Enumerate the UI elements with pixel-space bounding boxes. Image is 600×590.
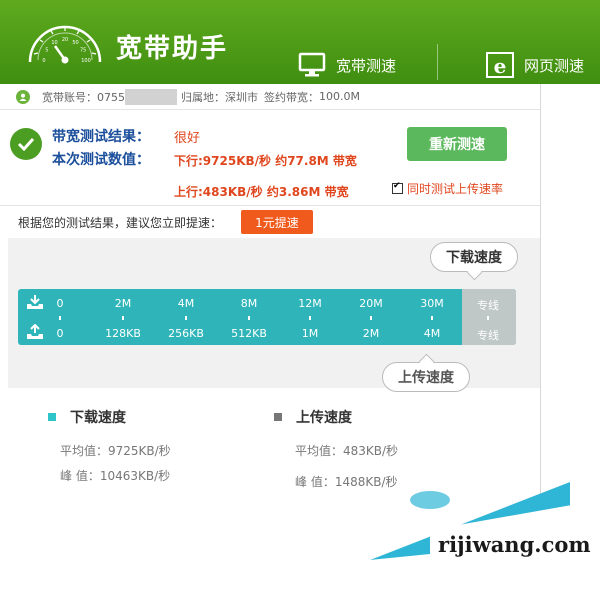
app-title: 宽带助手 [116,34,229,64]
upload-speed-bubble: 上传速度 [382,362,470,392]
download-scale-tick: 4M [177,297,195,310]
nav-divider [437,44,438,80]
download-legend-swatch [48,413,56,421]
scale-dot [309,316,311,320]
account-number-redacted [125,88,177,105]
download-scale-tick: 30M [420,297,444,310]
scale-dot [122,316,124,320]
upgrade-suggestion-text: 根据您的测试结果，建议您立即提速： [18,216,223,230]
upload-result: 上行:483KB/秒 约3.86M 带宽 [174,185,349,199]
divider [0,205,540,206]
download-result: 下行:9725KB/秒 约77.8M 带宽 [174,154,357,168]
result-data-label: 本次测试数值： [52,152,150,168]
scale-dot [370,316,372,320]
download-average: 平均值：9725KB/秒 [60,444,171,458]
download-stats-title: 下载速度 [48,407,126,427]
tab-web-speed-test[interactable]: e 网页测速 [486,50,584,80]
upload-scale-tick: 4M [423,327,441,340]
gauge-label: 10 [51,40,57,46]
gauge-label: 5 [45,48,48,54]
ie-browser-icon: e [486,52,514,78]
location-value: 深圳市 [225,90,258,104]
test-result-section: 带宽测试结果： 本次测试数值： 很好 下行:9725KB/秒 约77.8M 带宽… [0,110,540,205]
watermark-text: rijiwang.com [438,532,591,557]
speedometer-logo-icon: 0510 20 5075 100 [28,25,102,64]
scale-dot [185,316,187,320]
gauge-label: 100 [81,58,91,64]
scale-dot [59,316,61,320]
download-scale-tick: 专线 [477,299,499,312]
tab-broadband-label: 宽带测速 [336,56,397,75]
scale-dot [487,316,489,320]
speed-scale-bar: 0 2M 4M 8M 12M 20M 30M 专线 0 128KB 256KB 512KB 1M 2M 4M… [18,289,516,345]
retest-button[interactable]: 重新测速 [407,127,507,161]
upload-scale-tick: 1M [301,327,319,340]
upload-scale-tick: 256KB [168,327,204,340]
user-icon [16,89,30,104]
upload-scale-tick: 0 [56,327,64,340]
gauge-label: 75 [80,48,86,54]
tab-broadband-speed-test[interactable]: 宽带测速 [298,50,396,80]
upload-arrow-icon [27,324,43,339]
location-label: 归属地： [181,90,225,104]
download-scale-tick: 0 [56,297,64,310]
monitor-icon [298,52,326,77]
account-number-label: 宽带账号：0755 [42,90,125,104]
svg-text:e: e [494,54,507,78]
gauge-label: 0 [42,58,45,64]
scale-dot [431,316,433,320]
upload-scale-tick: 128KB [105,327,141,340]
download-scale-tick: 8M [240,297,258,310]
upload-test-option-label: 同时测试上传速率 [407,182,504,196]
result-title-label: 带宽测试结果： [52,129,150,145]
upload-scale-tick: 专线 [477,329,499,342]
upload-stats-title-text: 上传速度 [296,410,352,426]
upload-scale-tick: 2M [362,327,380,340]
upload-average: 平均值：483KB/秒 [295,444,399,458]
tab-web-label: 网页测速 [524,56,585,75]
result-rating: 很好 [174,131,201,146]
download-scale-tick: 2M [114,297,132,310]
check-icon [10,128,42,160]
download-scale-tick: 20M [359,297,383,310]
app-header: 0 5 10 20 50 75 100 宽带助手 宽带测速 e 网页测速 [0,0,600,84]
broadband-assistant-window: 0 5 10 20 50 75 100 宽带助手 宽带测速 e 网页测速 宽带账号： [0,0,600,590]
scale-dot [248,316,250,320]
download-scale-tick: 12M [298,297,322,310]
download-peak: 峰 值：10463KB/秒 [60,469,171,483]
bandwidth-value: 100.0M [319,90,360,103]
download-speed-bubble: 下载速度 [430,242,518,272]
upload-scale-tick: 512KB [231,327,267,340]
upload-legend-swatch [274,413,282,421]
upgrade-button[interactable]: 1元提速 [241,210,313,234]
upload-test-checkbox[interactable] [392,181,403,194]
gauge-label: 20 [62,37,68,43]
account-info-bar: 宽带账号：0755 归属地： 深圳市 签约带宽： 100.0M [0,84,540,110]
upload-test-option[interactable]: 同时测试上传速率 [392,180,503,197]
download-stats-title-text: 下载速度 [70,410,126,426]
upload-stats-title: 上传速度 [274,407,352,427]
bandwidth-label: 签约带宽： [264,90,319,104]
download-arrow-icon [27,295,43,309]
gauge-label: 50 [72,40,78,46]
